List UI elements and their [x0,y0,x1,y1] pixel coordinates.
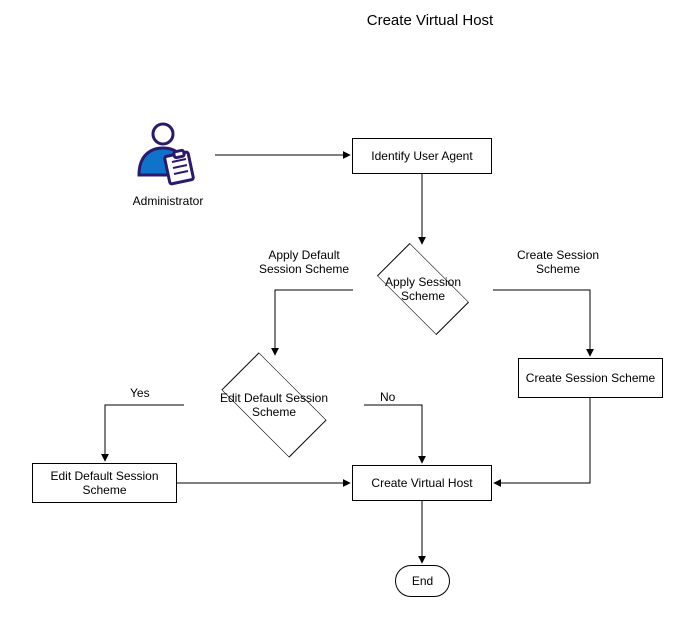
node-create-virtual-host-label: Create Virtual Host [371,476,472,490]
flowchart-canvas: Create Virtual Host Administrator Identi… [0,0,696,636]
node-apply-session-scheme: Apply Session Scheme [353,249,493,329]
diagram-title: Create Virtual Host [330,12,530,29]
node-edit-default-decision: Edit Default Session Scheme [184,360,364,450]
administrator-icon [133,120,203,190]
diagram-title-text: Create Virtual Host [367,12,493,29]
edge-label-yes: Yes [130,386,150,400]
arrows-layer [0,0,696,636]
edge-label-apply-default-text: Apply DefaultSession Scheme [259,248,349,276]
edge-label-yes-text: Yes [130,386,150,400]
node-edit-default-action-label: Edit Default Session Scheme [37,469,172,497]
node-end: End [395,565,450,597]
node-identify-user-agent-label: Identify User Agent [371,149,472,163]
actor-label: Administrator [128,194,208,208]
node-create-virtual-host: Create Virtual Host [352,465,492,501]
node-edit-default-decision-label: Edit Default Session Scheme [206,391,342,419]
node-create-session-scheme: Create Session Scheme [518,358,663,398]
node-end-label: End [412,574,433,588]
edge-label-apply-default: Apply DefaultSession Scheme [259,248,349,276]
node-edit-default-action: Edit Default Session Scheme [32,463,177,503]
node-apply-session-scheme-label: Apply Session Scheme [375,275,471,303]
node-create-session-scheme-label: Create Session Scheme [526,371,655,385]
edge-label-create-session-scheme-text: Create SessionScheme [517,248,599,276]
edge-label-create-session-scheme: Create SessionScheme [517,248,599,276]
edge-label-no: No [380,390,395,404]
edge-label-no-text: No [380,390,395,404]
node-identify-user-agent: Identify User Agent [352,138,492,174]
actor-label-text: Administrator [133,194,204,208]
